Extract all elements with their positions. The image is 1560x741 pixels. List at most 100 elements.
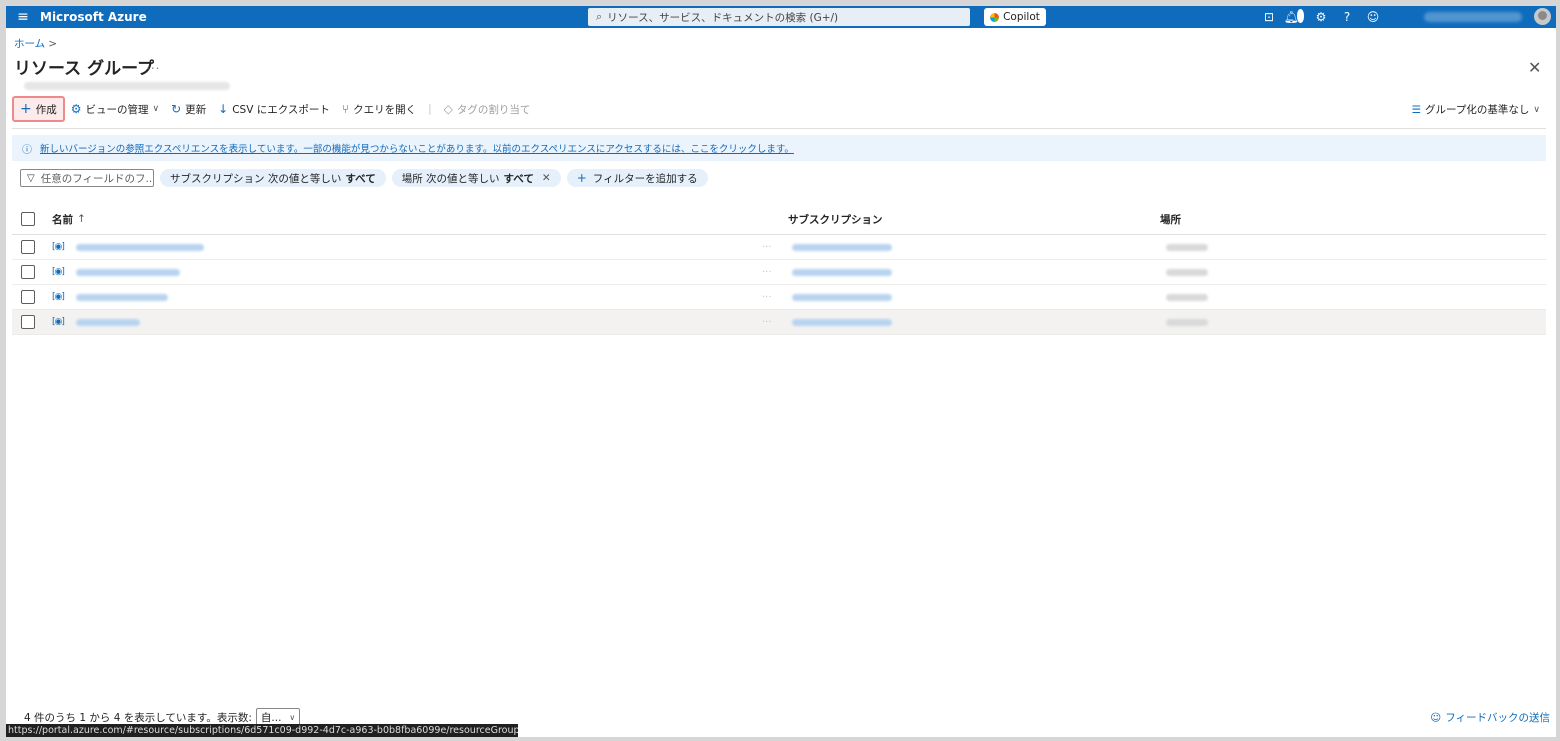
location-cell [1160, 293, 1208, 301]
filter-placeholder: 任意のフィールドのフ... [40, 172, 154, 185]
location-column-header[interactable]: 場所 [1160, 212, 1181, 227]
info-icon: ⓘ [22, 144, 32, 156]
table-row[interactable]: [◉] ··· [12, 285, 1546, 310]
open-query-button[interactable]: ⑂ クエリを開く [336, 98, 422, 120]
account-info-blurred[interactable] [1424, 12, 1522, 22]
subscription-filter-pill[interactable]: サブスクリプション 次の値と等しい すべて [160, 169, 386, 187]
resource-group-name-link-blurred[interactable] [76, 293, 168, 301]
plus-icon: + [576, 171, 587, 185]
resource-group-name-link-blurred[interactable] [76, 268, 180, 276]
legacy-experience-link[interactable]: 新しいバージョンの参照エクスペリエンスを表示しています。一部の機能が見つからない… [40, 141, 794, 155]
location-filter-label: 場所 次の値と等しい [401, 172, 500, 185]
status-bar-url: https://portal.azure.com/#resource/subsc… [6, 724, 518, 737]
row-checkbox[interactable] [21, 265, 35, 279]
settings-gear-icon[interactable]: ⚙ [1308, 10, 1334, 24]
help-icon[interactable]: ? [1334, 10, 1360, 24]
azure-portal-window: ≡ Microsoft Azure ⌕ リソース、サービス、ドキュメントの検索 … [6, 6, 1556, 737]
location-value-blurred [1166, 268, 1208, 276]
manage-view-label: ビューの管理 [85, 103, 149, 116]
close-icon[interactable]: ✕ [1528, 58, 1541, 77]
filter-bar: ▽ 任意のフィールドのフ... サブスクリプション 次の値と等しい すべて 場所… [20, 168, 714, 188]
more-options-icon[interactable]: ... [146, 58, 160, 72]
manage-view-button[interactable]: ⚙ ビューの管理 ∨ [65, 98, 165, 120]
table-row[interactable]: [◉] ··· [12, 260, 1546, 285]
global-search-input[interactable]: ⌕ リソース、サービス、ドキュメントの検索 (G+/) [588, 8, 970, 26]
list-icon: ☰ [1411, 103, 1422, 116]
row-checkbox[interactable] [21, 315, 35, 329]
row-more-icon[interactable]: ··· [762, 242, 772, 253]
directory-subtitle-blurred [24, 82, 230, 90]
resource-group-name-link-blurred[interactable] [76, 318, 140, 326]
row-more-icon[interactable]: ··· [762, 267, 772, 278]
row-more-icon[interactable]: ··· [762, 292, 772, 303]
filter-field-input[interactable]: ▽ 任意のフィールドのフ... [20, 169, 154, 187]
row-checkbox[interactable] [21, 240, 35, 254]
subscription-filter-label: サブスクリプション 次の値と等しい [170, 172, 342, 185]
export-csv-button[interactable]: ↓ CSV にエクスポート [212, 98, 336, 120]
top-icons: ⊡ 🔔︎1 ⚙ ? ☺ [1256, 6, 1386, 28]
row-checkbox[interactable] [21, 290, 35, 304]
resource-group-name-cell[interactable]: [◉] [52, 267, 180, 277]
resource-group-icon: [◉] [52, 292, 65, 302]
subscription-cell[interactable] [788, 318, 892, 326]
location-cell [1160, 243, 1208, 251]
resource-group-name-cell[interactable]: [◉] [52, 317, 140, 327]
group-by-label: グループ化の基準なし [1425, 104, 1530, 116]
subscription-cell[interactable] [788, 293, 892, 301]
info-banner: ⓘ 新しいバージョンの参照エクスペリエンスを表示しています。一部の機能が見つから… [12, 135, 1546, 161]
select-all-checkbox[interactable] [21, 212, 35, 226]
subscription-link-blurred[interactable] [792, 243, 892, 251]
copilot-button[interactable]: Copilot [984, 8, 1046, 26]
refresh-icon: ↻ [171, 102, 182, 116]
gear-icon: ⚙ [70, 102, 82, 116]
resource-group-icon: [◉] [52, 267, 65, 277]
resource-group-name-link-blurred[interactable] [76, 243, 204, 251]
resource-group-name-cell[interactable]: [◉] [52, 242, 204, 252]
cloud-shell-icon[interactable]: ⊡ [1256, 10, 1282, 24]
send-feedback-link[interactable]: ☺ フィードバックの送信 [1430, 710, 1550, 725]
subscription-column-header[interactable]: サブスクリプション [788, 212, 883, 227]
search-icon: ⌕ [596, 10, 603, 23]
assign-tags-button[interactable]: ◇ タグの割り当て [438, 98, 537, 120]
location-cell [1160, 268, 1208, 276]
copilot-icon [990, 12, 1000, 22]
page-title: リソース グループ [14, 59, 155, 79]
location-value-blurred [1166, 318, 1208, 326]
resource-group-icon: [◉] [52, 317, 65, 327]
subscription-link-blurred[interactable] [792, 318, 892, 326]
search-placeholder: リソース、サービス、ドキュメントの検索 (G+/) [607, 11, 839, 24]
page-size-value: 自... [260, 711, 282, 724]
table-row[interactable]: [◉] ··· [12, 235, 1546, 260]
brand-title[interactable]: Microsoft Azure [40, 10, 147, 24]
resource-group-table: 名前 ↑ サブスクリプション 場所 [◉] ··· [◉] ··· [◉] ··· [◉] ·… [12, 204, 1546, 335]
copilot-label: Copilot [1003, 11, 1040, 23]
breadcrumb-home-link[interactable]: ホーム [14, 38, 45, 50]
subscription-cell[interactable] [788, 243, 892, 251]
name-column-header[interactable]: 名前 ↑ [52, 212, 86, 227]
group-by-dropdown[interactable]: ☰ グループ化の基準なし ∨ [1412, 102, 1540, 117]
hamburger-menu-icon[interactable]: ≡ [6, 9, 40, 25]
chevron-down-icon: ∨ [1533, 104, 1540, 115]
add-filter-label: フィルターを追加する [592, 172, 698, 185]
row-more-icon[interactable]: ··· [762, 317, 772, 328]
feedback-icon[interactable]: ☺ [1360, 10, 1386, 24]
table-row[interactable]: [◉] ··· [12, 310, 1546, 335]
export-csv-label: CSV にエクスポート [232, 103, 330, 116]
notifications-icon[interactable]: 🔔︎1 [1282, 9, 1308, 24]
location-cell [1160, 318, 1208, 326]
location-filter-pill[interactable]: 場所 次の値と等しい すべて ✕ [391, 169, 561, 187]
resource-group-name-cell[interactable]: [◉] [52, 292, 168, 302]
resource-group-icon: [◉] [52, 242, 65, 252]
open-query-label: クエリを開く [353, 103, 417, 116]
avatar[interactable] [1534, 8, 1551, 25]
create-button[interactable]: + 作成 [12, 96, 65, 122]
remove-filter-icon[interactable]: ✕ [542, 172, 551, 184]
subscription-link-blurred[interactable] [792, 268, 892, 276]
refresh-button[interactable]: ↻ 更新 [165, 98, 212, 120]
add-filter-button[interactable]: + フィルターを追加する [566, 169, 708, 187]
subscription-cell[interactable] [788, 268, 892, 276]
query-icon: ⑂ [341, 102, 350, 116]
subscription-link-blurred[interactable] [792, 293, 892, 301]
command-bar: + 作成 ⚙ ビューの管理 ∨ ↻ 更新 ↓ CSV にエクスポート ⑂ クエリ… [12, 96, 537, 122]
chevron-down-icon: ∨ [289, 712, 296, 722]
